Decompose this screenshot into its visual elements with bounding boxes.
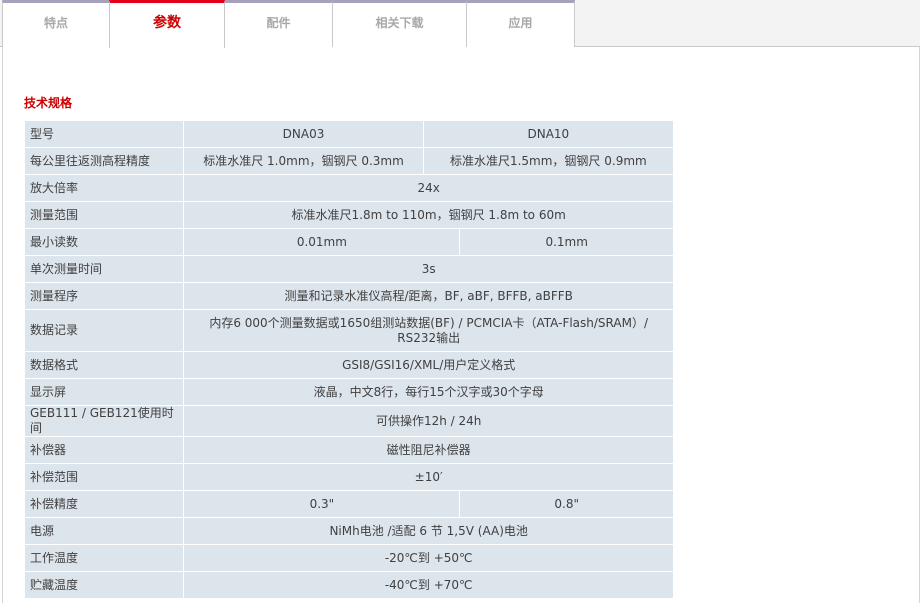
spec-label: 放大倍率: [25, 175, 184, 201]
spec-label: 工作温度: [25, 545, 184, 571]
spec-value: 0.3": [184, 491, 460, 517]
spec-label: 补偿器: [25, 437, 184, 463]
table-row: 补偿范围 ±10′: [25, 464, 673, 490]
table-row: 数据格式 GSI8/GSI16/XML/用户定义格式: [25, 352, 673, 378]
spec-table: 型号 DNA03 DNA10 每公里往返测高程精度 标准水准尺 1.0mm，铟钢…: [24, 120, 674, 599]
tab-bar: 特点 参数 配件 相关下载 应用: [0, 0, 920, 48]
spec-value: 测量和记录水准仪高程/距离，BF, aBF, BFFB, aBFFB: [184, 283, 673, 309]
table-row: 每公里往返测高程精度 标准水准尺 1.0mm，铟钢尺 0.3mm 标准水准尺1.…: [25, 148, 673, 174]
spec-label: 贮藏温度: [25, 572, 184, 598]
table-row: 单次测量时间 3s: [25, 256, 673, 282]
spec-value: -20℃到 +50℃: [184, 545, 673, 571]
spec-label: GEB111 / GEB121使用时间: [25, 406, 184, 436]
spec-label: 数据格式: [25, 352, 184, 378]
tab-parameters[interactable]: 参数: [109, 0, 225, 48]
spec-value: 可供操作12h / 24h: [184, 406, 673, 436]
spec-value: NiMh电池 /适配 6 节 1,5V (AA)电池: [184, 518, 673, 544]
spec-label: 数据记录: [25, 310, 184, 351]
spec-value: 0.01mm: [184, 229, 460, 255]
spec-value: 标准水准尺1.5mm，铟钢尺 0.9mm: [423, 148, 673, 174]
spec-label: 电源: [25, 518, 184, 544]
spec-label: 补偿范围: [25, 464, 184, 490]
table-row: 测量范围 标准水准尺1.8m to 110m，铟钢尺 1.8m to 60m: [25, 202, 673, 228]
spec-label: 单次测量时间: [25, 256, 184, 282]
spec-value: 0.1mm: [460, 229, 673, 255]
table-row: 补偿器 磁性阻尼补偿器: [25, 437, 673, 463]
spec-value: 标准水准尺 1.0mm，铟钢尺 0.3mm: [184, 148, 423, 174]
spec-value: 磁性阻尼补偿器: [184, 437, 673, 463]
table-row: 测量程序 测量和记录水准仪高程/距离，BF, aBF, BFFB, aBFFB: [25, 283, 673, 309]
spec-label: 测量范围: [25, 202, 184, 228]
spec-value: 液晶，中文8行，每行15个汉字或30个字母: [184, 379, 673, 405]
spec-label: 型号: [25, 121, 184, 147]
table-row: 数据记录 内存6 000个测量数据或1650组测站数据(BF) / PCMCIA…: [25, 310, 673, 351]
spec-value: 标准水准尺1.8m to 110m，铟钢尺 1.8m to 60m: [184, 202, 673, 228]
table-row: 补偿精度 0.3" 0.8": [25, 491, 673, 517]
table-row: GEB111 / GEB121使用时间 可供操作12h / 24h: [25, 406, 673, 436]
tab-accessories[interactable]: 配件: [224, 0, 333, 47]
spec-label: 补偿精度: [25, 491, 184, 517]
spec-model-dna03: DNA03: [184, 121, 423, 147]
spec-label: 每公里往返测高程精度: [25, 148, 184, 174]
spec-label: 最小读数: [25, 229, 184, 255]
spec-value: 0.8": [460, 491, 673, 517]
tab-applications[interactable]: 应用: [466, 0, 575, 47]
table-row: 最小读数 0.01mm 0.1mm: [25, 229, 673, 255]
table-row: 工作温度 -20℃到 +50℃: [25, 545, 673, 571]
table-row: 型号 DNA03 DNA10: [25, 121, 673, 147]
spec-label: 测量程序: [25, 283, 184, 309]
table-row: 放大倍率 24x: [25, 175, 673, 201]
section-title: 技术规格: [24, 96, 73, 110]
spec-value: 内存6 000个测量数据或1650组测站数据(BF) / PCMCIA卡（ATA…: [184, 310, 673, 351]
spec-label: 显示屏: [25, 379, 184, 405]
spec-value: -40℃到 +70℃: [184, 572, 673, 598]
tab-features[interactable]: 特点: [2, 0, 110, 47]
table-row: 电源 NiMh电池 /适配 6 节 1,5V (AA)电池: [25, 518, 673, 544]
spec-value: 24x: [184, 175, 673, 201]
table-row: 贮藏温度 -40℃到 +70℃: [25, 572, 673, 598]
tab-downloads[interactable]: 相关下载: [332, 0, 467, 47]
spec-value: GSI8/GSI16/XML/用户定义格式: [184, 352, 673, 378]
table-row: 显示屏 液晶，中文8行，每行15个汉字或30个字母: [25, 379, 673, 405]
spec-model-dna10: DNA10: [423, 121, 673, 147]
spec-value: 3s: [184, 256, 673, 282]
spec-value: ±10′: [184, 464, 673, 490]
